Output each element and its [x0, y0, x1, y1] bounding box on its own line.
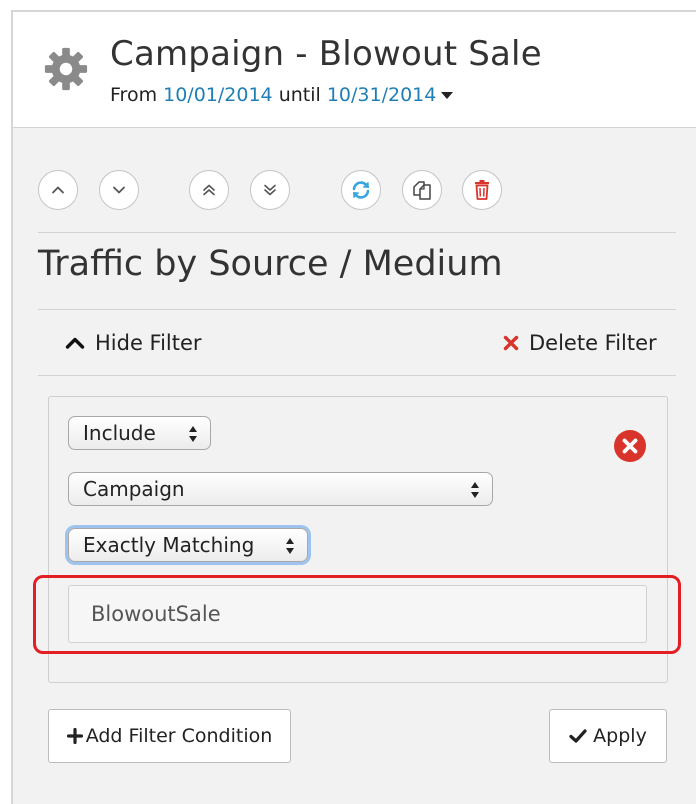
filter-value-input[interactable]: [68, 585, 647, 643]
hide-filter-label: Hide Filter: [95, 331, 202, 355]
plus-icon: [66, 728, 83, 744]
refresh-icon: [352, 181, 370, 199]
double-chevron-up-icon: [203, 184, 215, 196]
date-from[interactable]: 10/01/2014: [163, 84, 273, 106]
move-up-button[interactable]: [38, 170, 78, 210]
page-title: Campaign - Blowout Sale: [110, 34, 542, 74]
match-type-select-value: Exactly Matching: [83, 533, 255, 557]
match-type-select[interactable]: Exactly Matching: [68, 528, 308, 562]
date-until[interactable]: 10/31/2014: [327, 84, 437, 106]
remove-condition-icon[interactable]: [614, 430, 646, 462]
report-header: Campaign - Blowout Sale From 10/01/2014 …: [13, 12, 696, 128]
chevron-down-icon: [113, 186, 125, 194]
close-icon: [503, 335, 519, 351]
gear-icon[interactable]: [43, 46, 89, 92]
move-bottom-button[interactable]: [250, 170, 290, 210]
apply-button[interactable]: Apply: [549, 709, 667, 763]
copy-button[interactable]: [402, 170, 442, 210]
check-icon: [569, 729, 587, 743]
apply-label: Apply: [593, 725, 647, 747]
select-arrows-icon: [471, 482, 479, 498]
add-filter-condition-label: Add Filter Condition: [85, 725, 273, 747]
date-from-label: From: [110, 84, 158, 106]
include-select-value: Include: [83, 421, 156, 445]
dimension-select-value: Campaign: [83, 477, 185, 501]
delete-filter-button[interactable]: Delete Filter: [503, 331, 657, 355]
divider: [38, 309, 676, 310]
divider: [38, 232, 676, 233]
chevron-up-icon: [52, 186, 64, 194]
report-title: Traffic by Source / Medium: [38, 244, 503, 284]
date-until-label: until: [278, 84, 321, 106]
double-chevron-down-icon: [264, 184, 276, 196]
move-top-button[interactable]: [189, 170, 229, 210]
select-arrows-icon: [189, 426, 197, 442]
report-panel: Campaign - Blowout Sale From 10/01/2014 …: [11, 10, 696, 804]
divider: [38, 375, 676, 376]
dimension-select[interactable]: Campaign: [68, 472, 493, 506]
add-filter-condition-button[interactable]: Add Filter Condition: [48, 709, 291, 763]
caret-down-icon[interactable]: [441, 92, 454, 99]
trash-icon: [475, 180, 489, 200]
date-range[interactable]: From 10/01/2014 until 10/31/2014: [110, 84, 454, 106]
move-down-button[interactable]: [99, 170, 139, 210]
chevron-up-icon: [65, 337, 85, 349]
select-arrows-icon: [286, 538, 294, 554]
refresh-button[interactable]: [341, 170, 381, 210]
copy-icon: [413, 181, 431, 200]
hide-filter-button[interactable]: Hide Filter: [65, 331, 202, 355]
delete-filter-label: Delete Filter: [529, 331, 657, 355]
delete-report-button[interactable]: [462, 170, 502, 210]
include-select[interactable]: Include: [68, 416, 211, 450]
